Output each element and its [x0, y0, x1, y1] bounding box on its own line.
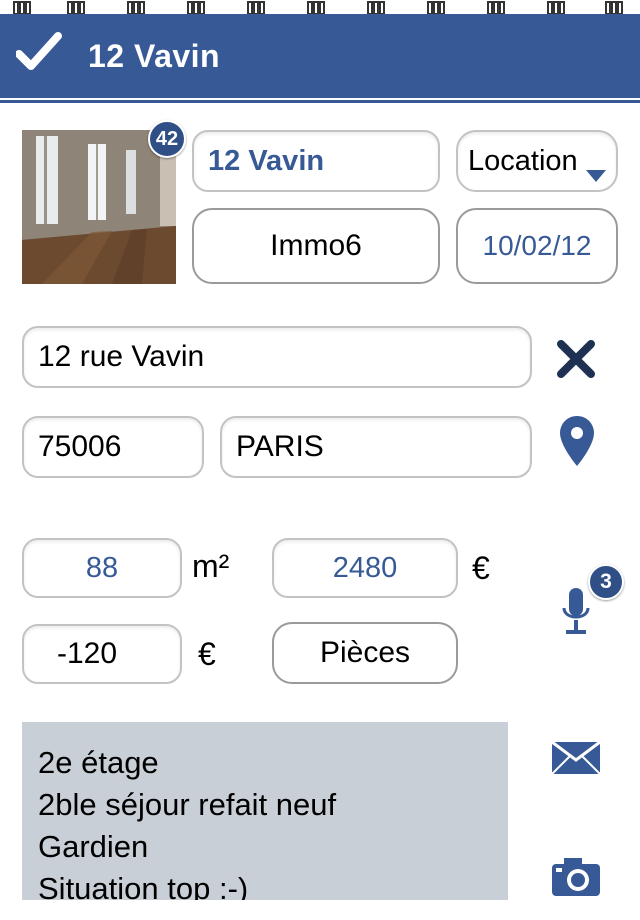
- audio-count-badge: 3: [588, 564, 624, 600]
- notes-line: Gardien: [38, 829, 149, 864]
- transaction-type-value: Location: [468, 144, 578, 177]
- rooms-button-label: Pièces: [319, 636, 411, 669]
- camera-icon[interactable]: [550, 856, 602, 903]
- price-value: 2480: [332, 551, 398, 584]
- dropdown-arrow-icon: [586, 156, 606, 190]
- date-label: 10/02/12: [482, 230, 592, 261]
- price-unit-label: €: [472, 550, 490, 586]
- surface-field[interactable]: 88: [22, 538, 182, 598]
- postcode-value: 75006: [38, 430, 122, 463]
- rooms-button[interactable]: Pièces: [272, 622, 458, 684]
- city-value: PARIS: [236, 430, 324, 463]
- microphone-icon[interactable]: [560, 586, 592, 643]
- street-field[interactable]: 12 rue Vavin: [22, 326, 532, 388]
- mail-icon[interactable]: [550, 740, 602, 781]
- surface-value: 88: [85, 551, 119, 584]
- surface-unit-label: m²: [192, 548, 230, 584]
- page-title: 12 Vavin: [88, 38, 221, 74]
- adjustment-value: -120: [56, 637, 118, 670]
- map-pin-icon[interactable]: [558, 414, 596, 473]
- notes-line: 2e étage: [38, 745, 159, 780]
- street-value: 12 rue Vavin: [38, 340, 205, 373]
- photo-count-badge: 42: [148, 120, 186, 158]
- city-field[interactable]: PARIS: [220, 416, 532, 478]
- title-bar-underline: [0, 100, 640, 103]
- property-photo[interactable]: [22, 130, 176, 284]
- postcode-field[interactable]: 75006: [22, 416, 204, 478]
- check-icon[interactable]: [15, 32, 62, 72]
- notes-line: 2ble séjour refait neuf: [38, 787, 337, 822]
- price-field[interactable]: 2480: [272, 538, 458, 598]
- date-button[interactable]: 10/02/12: [456, 208, 618, 284]
- agency-button[interactable]: Immo6: [192, 208, 440, 284]
- notes-line: Situation top :-): [38, 871, 249, 900]
- adjustment-unit-label: €: [198, 636, 216, 672]
- clear-address-icon[interactable]: [556, 340, 596, 383]
- agency-label: Immo6: [270, 229, 362, 262]
- transaction-type-select[interactable]: Location: [456, 130, 618, 192]
- notes-textarea[interactable]: 2e étage 2ble séjour refait neuf Gardien…: [22, 722, 508, 900]
- adjustment-field[interactable]: -120: [22, 624, 182, 684]
- property-name-field[interactable]: 12 Vavin: [192, 130, 440, 192]
- property-name-value: 12 Vavin: [208, 144, 325, 177]
